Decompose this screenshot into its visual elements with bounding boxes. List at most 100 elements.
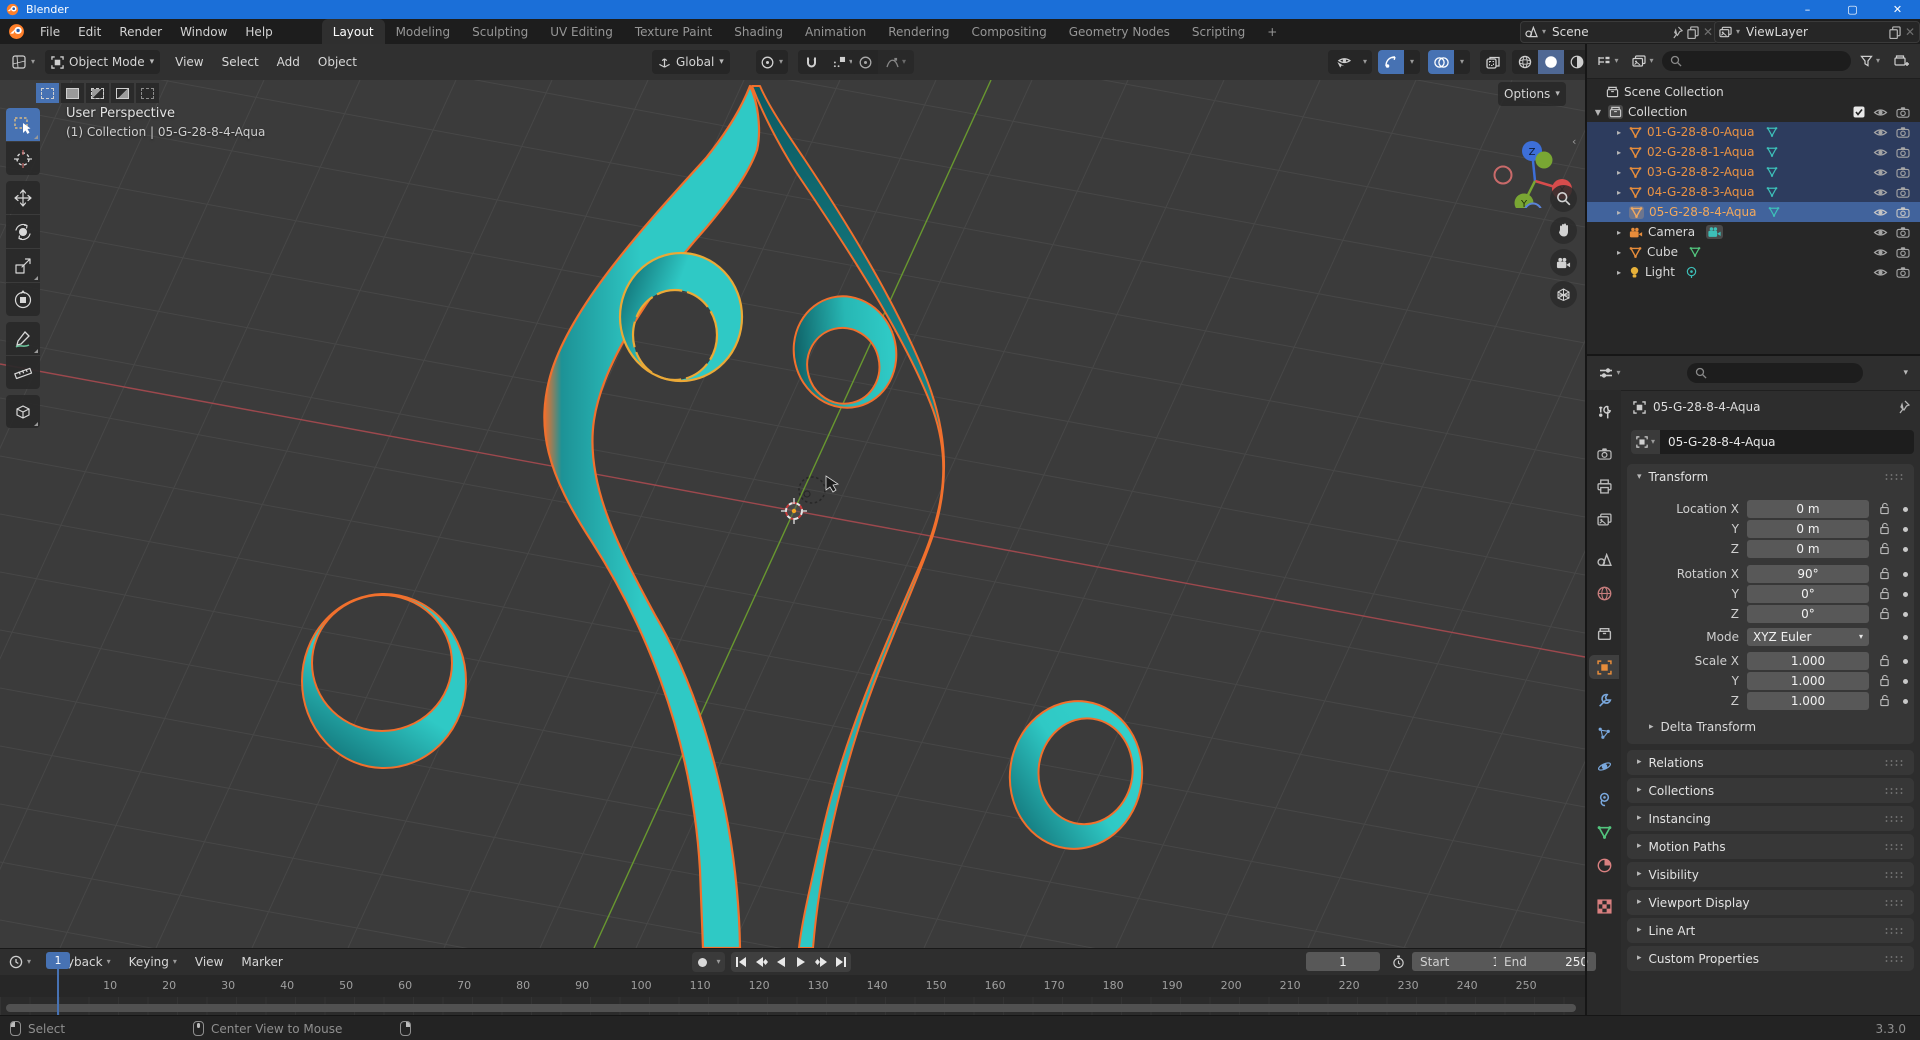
next-keyframe-button[interactable] [811, 952, 831, 972]
tab-geometry-nodes[interactable]: Geometry Nodes [1058, 19, 1181, 44]
lock-icon[interactable] [1879, 502, 1890, 515]
visibility-dropdown[interactable]: ▾ [1328, 50, 1372, 74]
panel-grip[interactable] [1884, 955, 1904, 963]
eye-icon[interactable] [1873, 127, 1888, 138]
falloff-dropdown[interactable]: ▾ [878, 50, 914, 74]
pin-icon[interactable] [1672, 26, 1683, 39]
panel-viewport-display[interactable]: ▸Viewport Display [1627, 890, 1914, 915]
tab-render[interactable] [1589, 441, 1619, 465]
timeline-editor-type-button[interactable]: ▾ [0, 955, 40, 969]
menu-add[interactable]: Add [268, 55, 309, 69]
menu-object[interactable]: Object [309, 55, 366, 69]
menu-render[interactable]: Render [110, 19, 171, 44]
menu-edit[interactable]: Edit [69, 19, 110, 44]
new-collection-button[interactable] [1889, 54, 1915, 68]
shading-wireframe-button[interactable] [1512, 50, 1538, 74]
tool-cursor[interactable] [6, 142, 40, 175]
lock-icon[interactable] [1879, 694, 1890, 707]
tab-modifiers[interactable] [1589, 688, 1619, 712]
panel-grip[interactable] [1884, 473, 1904, 481]
outliner-row-collection[interactable]: ▼ Collection [1587, 102, 1920, 122]
tab-view-layer[interactable] [1589, 507, 1619, 531]
overlays-dropdown[interactable]: ▾ [1454, 50, 1470, 74]
timeline-ruler[interactable]: 1020304050607080901001101201301401501601… [0, 975, 1585, 997]
tab-world[interactable] [1589, 581, 1619, 605]
animate-dot[interactable] [1903, 679, 1908, 684]
transform-orientation-dropdown[interactable]: Global ▾ [652, 50, 730, 74]
tab-output[interactable] [1589, 474, 1619, 498]
outliner-display-mode-dropdown[interactable]: ▾ [1592, 55, 1624, 67]
delta-transform-subpanel[interactable]: ▸ Delta Transform [1627, 718, 1920, 736]
tab-particles[interactable] [1589, 721, 1619, 745]
render-visibility-icon[interactable] [1896, 106, 1910, 118]
outliner-row-object-04[interactable]: ▸ 04-G-28-8-3-Aqua [1587, 182, 1920, 202]
animate-dot[interactable] [1903, 507, 1908, 512]
tool-annotate[interactable] [6, 322, 40, 355]
render-visibility-icon[interactable] [1896, 146, 1910, 158]
menu-file[interactable]: File [31, 19, 69, 44]
lock-icon[interactable] [1879, 654, 1890, 667]
tab-object[interactable] [1589, 655, 1619, 679]
minimize-button[interactable]: – [1785, 0, 1830, 19]
eye-icon[interactable] [1873, 267, 1888, 278]
animate-dot[interactable] [1903, 547, 1908, 552]
menu-select[interactable]: Select [213, 55, 268, 69]
menu-keying[interactable]: Keying ▾ [120, 955, 186, 969]
auto-key-button[interactable] [692, 952, 712, 972]
xray-toggle[interactable] [1480, 50, 1506, 74]
location-z-field[interactable]: 0 m [1747, 540, 1869, 558]
maximize-button[interactable]: ▢ [1830, 0, 1875, 19]
panel-line-art[interactable]: ▸Line Art [1627, 918, 1914, 943]
blender-menu-icon[interactable] [8, 23, 25, 40]
panel-grip[interactable] [1884, 843, 1904, 851]
outliner-filter-mode-dropdown[interactable]: ▾ [1628, 55, 1658, 67]
pan-button[interactable] [1550, 217, 1577, 244]
tab-shading[interactable]: Shading [723, 19, 794, 44]
close-button[interactable]: ✕ [1875, 0, 1920, 19]
tab-texture-paint[interactable]: Texture Paint [624, 19, 723, 44]
tool-scale[interactable] [6, 249, 40, 282]
editor-type-button[interactable]: ▾ [6, 50, 41, 74]
prev-keyframe-button[interactable] [751, 952, 771, 972]
outliner-row-light[interactable]: ▸ Light [1587, 262, 1920, 282]
panel-grip[interactable] [1884, 815, 1904, 823]
new-viewlayer-icon[interactable] [1889, 26, 1901, 39]
render-visibility-icon[interactable] [1896, 246, 1910, 258]
eye-icon[interactable] [1873, 187, 1888, 198]
scale-y-field[interactable]: 1.000 [1747, 672, 1869, 690]
panel-relations[interactable]: ▸Relations [1627, 750, 1914, 775]
tool-move[interactable] [6, 181, 40, 214]
proportional-edit-toggle[interactable] [852, 50, 878, 74]
play-reverse-button[interactable] [771, 952, 791, 972]
menu-window[interactable]: Window [171, 19, 236, 44]
eye-icon[interactable] [1873, 247, 1888, 258]
pivot-point-dropdown[interactable]: ▾ [756, 50, 788, 74]
menu-help[interactable]: Help [236, 19, 281, 44]
eye-icon[interactable] [1873, 147, 1888, 158]
tab-layout[interactable]: Layout [322, 19, 385, 44]
jump-to-end-button[interactable] [831, 952, 851, 972]
render-visibility-icon[interactable] [1896, 126, 1910, 138]
disclosure-icon[interactable]: ▸ [1614, 268, 1624, 277]
eye-icon[interactable] [1873, 167, 1888, 178]
mesh-ring-right[interactable] [1000, 693, 1151, 858]
render-visibility-icon[interactable] [1896, 186, 1910, 198]
panel-instancing[interactable]: ▸Instancing [1627, 806, 1914, 831]
rotation-mode-dropdown[interactable]: XYZ Euler ▾ [1747, 628, 1869, 646]
tool-transform[interactable] [6, 283, 40, 316]
timeline-scrollbar[interactable] [6, 1004, 1576, 1012]
use-preview-range-toggle[interactable] [1386, 952, 1410, 971]
outliner-row-object-03[interactable]: ▸ 03-G-28-8-2-Aqua [1587, 162, 1920, 182]
properties-options-icon[interactable]: ▾ [1903, 369, 1908, 378]
panel-grip[interactable] [1884, 899, 1904, 907]
select-mode-extend-button[interactable] [61, 83, 84, 103]
animate-dot[interactable] [1903, 592, 1908, 597]
panel-grip[interactable] [1884, 759, 1904, 767]
rotation-x-field[interactable]: 90° [1747, 565, 1869, 583]
eye-icon[interactable] [1873, 227, 1888, 238]
tab-object-data[interactable] [1589, 820, 1619, 844]
sidebar-collapse-arrow[interactable]: ‹ [1572, 135, 1576, 148]
shading-solid-button[interactable] [1538, 50, 1564, 74]
panel-collections[interactable]: ▸Collections [1627, 778, 1914, 803]
menu-view[interactable]: View [166, 55, 212, 69]
